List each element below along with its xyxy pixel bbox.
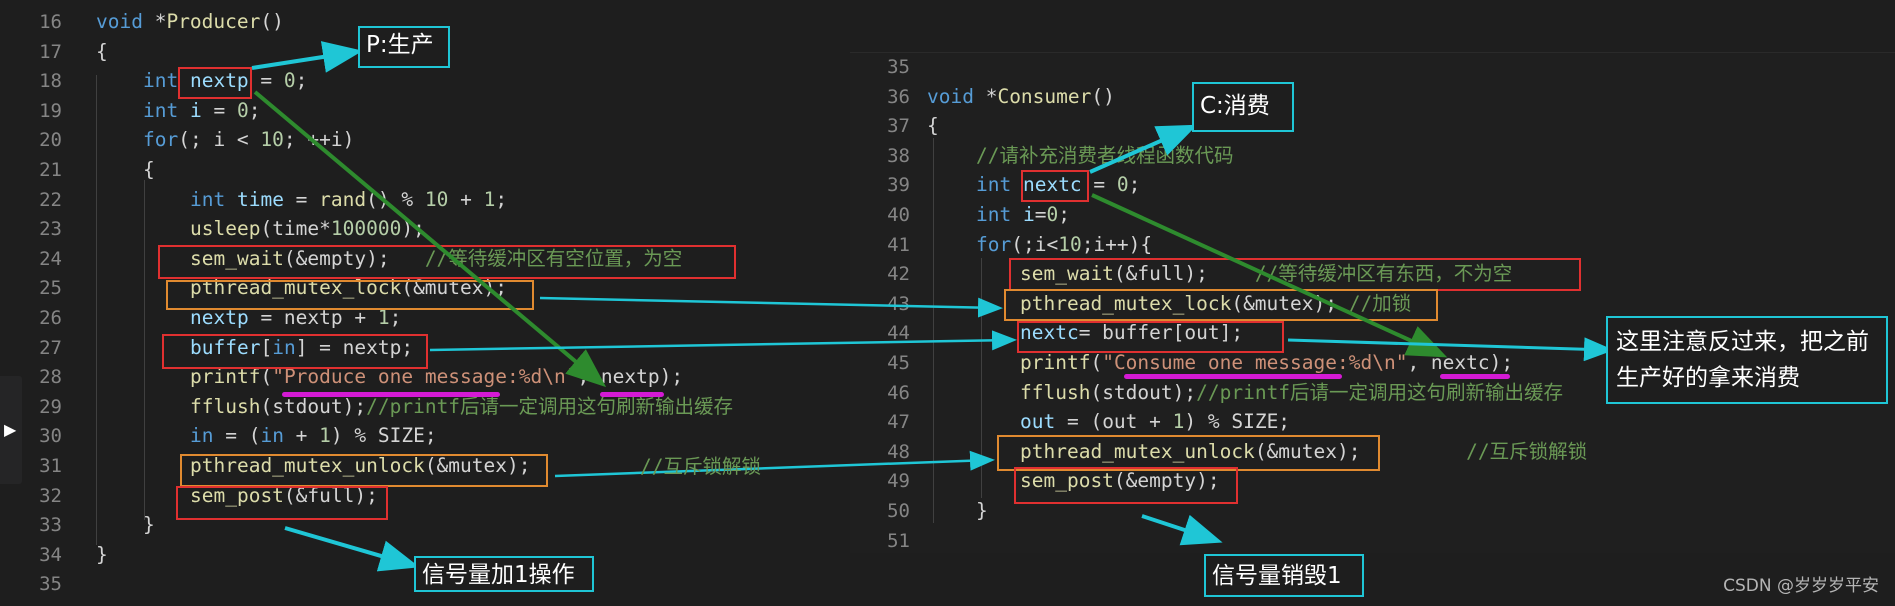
arrow-nextc-to-printf — [1091, 193, 1448, 358]
arrow-unlock-to-unlock — [554, 450, 995, 478]
semaphore-add-label: 信号量加1操作 — [414, 556, 594, 592]
arrow-lock-to-lock — [539, 296, 1003, 318]
annotation-arrows — [251, 41, 1614, 572]
arrow-nextc-to-note — [1287, 337, 1614, 362]
arrow-sempost-to-destroy — [1141, 514, 1223, 546]
mid-comment: //互斥锁解锁 — [640, 455, 761, 478]
producer-label: P:生产 — [358, 26, 450, 68]
consumer-note-line2: 生产好的拿来消费 — [1616, 365, 1800, 391]
semaphore-destroy-label: 信号量销毁1 — [1204, 554, 1364, 597]
arrow-buffer-to-buffer — [429, 330, 1017, 352]
arrow-nextc-to-c — [1089, 124, 1198, 174]
arrow-nextp-to-printf — [253, 90, 607, 388]
arrow-sempost-to-label — [284, 526, 420, 572]
consumer-label: C:消费 — [1192, 82, 1294, 132]
watermark: CSDN @岁岁岁平安 — [1723, 576, 1879, 596]
arrow-nextp-to-p — [251, 41, 363, 73]
consumer-note-line1: 这里注意反过来，把之前 — [1616, 329, 1869, 355]
consumer-note: 这里注意反过来，把之前 生产好的拿来消费 — [1606, 316, 1888, 404]
